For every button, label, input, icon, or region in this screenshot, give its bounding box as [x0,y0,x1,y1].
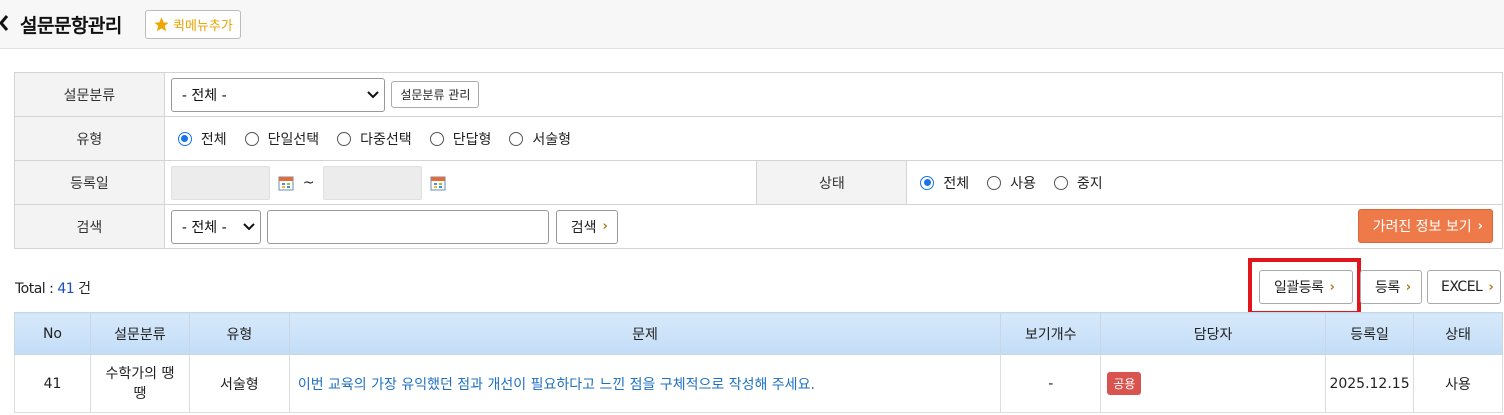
chevron-right-icon: › [1329,279,1335,295]
search-form: 설문분류 - 전체 - 설문분류 관리 유형 전체 단일선택 다중선택 단답형 … [14,72,1504,249]
end-date-input[interactable] [322,165,422,200]
keyword-input[interactable] [267,209,550,244]
star-icon [154,17,169,32]
cell-question-link[interactable]: 이번 교육의 가장 유익했던 점과 개선이 필요하다고 느낀 점을 구체적으로 … [288,354,1002,413]
category-select[interactable]: - 전체 - [170,77,385,112]
page-title: 설문문항관리 [20,15,122,37]
status-option-use[interactable]: 사용 [987,173,1036,193]
table-row[interactable]: 41 수학가의 땡땡 서술형 이번 교육의 가장 유익했던 점과 개선이 필요하… [14,354,1503,413]
total-prefix: Total : [15,281,58,297]
total-count: Total : 41 건 [15,278,91,298]
quick-menu-label: 퀵메뉴추가 [173,19,233,34]
cell-option-count: - [1000,354,1102,413]
register-button[interactable]: 등록 › [1360,270,1422,304]
category-label: 설문분류 [14,72,165,117]
chevron-down-icon [243,222,255,230]
date-separator: ~ [302,174,315,191]
chevron-right-icon: › [602,219,608,234]
status-option-label: 전체 [943,175,970,192]
bulk-register-button[interactable]: 일괄등록 › [1259,270,1353,304]
radio-icon [1053,175,1068,190]
excel-label: EXCEL [1441,279,1483,295]
start-date-input[interactable] [170,165,270,200]
shared-badge: 공용 [1107,372,1142,395]
search-button[interactable]: 검색 › [555,209,618,244]
radio-selected-icon [920,175,935,190]
status-label: 상태 [756,160,908,205]
regdate-label: 등록일 [14,160,165,205]
calendar-icon[interactable] [278,175,294,191]
cell-no: 41 [14,354,91,413]
column-header-option-count[interactable]: 보기개수 [1000,312,1102,355]
register-label: 등록 [1375,280,1400,296]
type-label: 유형 [14,116,165,161]
column-header-category[interactable]: 설문분류 [89,312,190,355]
chevron-right-icon: › [1488,279,1494,295]
radio-icon [244,131,259,146]
type-option-label: 서술형 [532,131,571,148]
status-option-stop[interactable]: 중지 [1053,173,1103,193]
type-option-label: 단답형 [452,131,492,148]
category-manage-button[interactable]: 설문분류 관리 [391,81,480,108]
keyword-field-select[interactable]: - 전체 - [170,209,261,244]
type-option-label: 전체 [200,131,227,148]
search-button-label: 검색 [570,219,597,236]
cell-category: 수학가의 땡땡 [89,354,190,413]
column-header-no[interactable]: No [14,312,91,355]
type-option-label: 단일선택 [267,131,320,148]
question-list-table: No 설문분류 유형 문제 보기개수 담당자 등록일 상태 41 수학가의 땡땡… [14,312,1503,413]
cell-status: 사용 [1413,354,1503,413]
total-number: 41 [57,281,75,297]
table-header-row: No 설문분류 유형 문제 보기개수 담당자 등록일 상태 [14,312,1503,355]
back-chevron-icon[interactable] [0,11,12,35]
radio-icon [337,131,352,146]
keyword-field-value: - 전체 - [181,219,227,236]
column-header-status[interactable]: 상태 [1413,312,1503,355]
type-option-label: 다중선택 [360,131,412,148]
status-option-label: 중지 [1076,175,1103,192]
excel-button[interactable]: EXCEL › [1427,270,1501,304]
show-hidden-info-button[interactable]: 가려진 정보 보기 › [1357,209,1493,243]
type-option-short[interactable]: 단답형 [429,129,492,149]
chevron-right-icon: › [1477,218,1483,234]
column-header-type[interactable]: 유형 [188,312,290,355]
bulk-register-label: 일괄등록 [1274,280,1324,296]
type-option-multiple[interactable]: 다중선택 [337,129,412,149]
add-quick-menu-button[interactable]: 퀵메뉴추가 [145,10,241,39]
calendar-icon[interactable] [430,175,446,191]
radio-selected-icon [177,131,192,146]
category-select-value: - 전체 - [181,87,227,104]
status-option-all[interactable]: 전체 [920,173,969,193]
cell-date: 2025.12.15 [1325,354,1415,413]
top-bar: 설문문항관리 퀵메뉴추가 [0,0,1504,49]
type-option-essay[interactable]: 서술형 [509,129,571,149]
cell-type: 서술형 [188,354,290,413]
radio-icon [509,131,524,146]
chevron-right-icon: › [1405,279,1411,295]
column-header-date[interactable]: 등록일 [1325,312,1415,355]
keyword-label: 검색 [14,204,165,249]
column-header-question[interactable]: 문제 [288,312,1002,355]
status-option-label: 사용 [1010,175,1036,192]
type-option-all[interactable]: 전체 [177,129,227,149]
total-suffix: 건 [74,281,91,297]
cell-manager: 공용 [1100,354,1327,413]
column-header-manager[interactable]: 담당자 [1100,312,1327,355]
radio-icon [987,175,1002,190]
type-option-single[interactable]: 단일선택 [244,129,320,149]
hidden-info-label: 가려진 정보 보기 [1372,219,1472,235]
radio-icon [429,131,444,146]
chevron-down-icon [367,90,379,98]
type-radio-group: 전체 단일선택 다중선택 단답형 서술형 [165,129,1502,149]
status-radio-group: 전체 사용 중지 [907,173,1502,193]
